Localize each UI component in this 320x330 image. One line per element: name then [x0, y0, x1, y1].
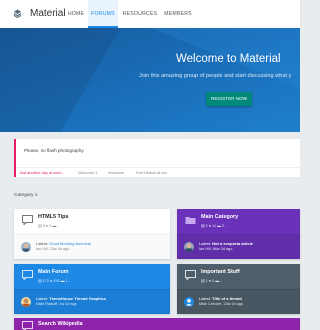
forum-card-html5-tips[interactable]: HTML5 Tips ▤ 5 ● 0 ▬ - Latest: Good Morn… — [14, 209, 170, 259]
latest-meta: Ian Hill, 23w 3d ago — [36, 247, 70, 251]
forum-stats: ▤ 1 ● 0 ▬ - — [201, 279, 222, 283]
latest-prefix: Latest: — [199, 241, 213, 246]
logo-icon[interactable] — [13, 9, 22, 18]
avatar[interactable] — [21, 297, 31, 307]
forum-title[interactable]: HTML5 Tips — [38, 214, 68, 220]
folder-icon — [185, 217, 196, 224]
brand-name[interactable]: Material — [30, 8, 66, 19]
forum-title[interactable]: Search Wikipedia — [38, 321, 83, 327]
card-latest: Latest: Good Morning America! Ian Hill, … — [14, 234, 170, 259]
card-latest: Latest: TheneHouse Thread Graphics Nikki… — [14, 289, 170, 314]
latest-title[interactable]: Title of a thread — [212, 296, 242, 301]
notice-link-2[interactable]: Welcome 3 — [78, 170, 97, 175]
latest-post[interactable]: Latest: Title of a thread — [199, 296, 242, 301]
avatar[interactable] — [184, 242, 194, 252]
nav-home[interactable]: HOME — [66, 0, 86, 28]
chat-icon — [22, 321, 33, 330]
latest-post[interactable]: Latest: TheneHouse Thread Graphics — [36, 296, 106, 301]
top-navbar: Material HOME FORUMS RESOURCES MEMBERS — [0, 0, 300, 28]
register-button[interactable]: REGISTER NOW — [206, 92, 252, 106]
latest-title[interactable]: Good Morning America! — [49, 241, 91, 246]
latest-title[interactable]: TheneHouse Thread Graphics — [49, 296, 106, 301]
chat-icon — [22, 270, 33, 280]
nav-forums[interactable]: FORUMS — [88, 0, 118, 28]
notice-link-3[interactable]: Welcome — [108, 170, 124, 175]
avatar[interactable] — [21, 242, 31, 252]
latest-meta: Nikki Radloff, 1w 2d ago — [36, 302, 77, 306]
chat-icon — [185, 270, 196, 280]
hero-subtitle: Join this amazing group of people and st… — [139, 73, 292, 79]
forum-stats: ▤ 2 ● 11 ▬ 2 - — [201, 224, 227, 228]
notice-text: Please, no flash photography. — [24, 148, 85, 153]
forum-title[interactable]: Main Forum — [38, 269, 69, 275]
notice-link-1[interactable]: Just another day at work... — [19, 170, 65, 175]
hero-banner: Welcome to Material Join this amazing gr… — [0, 28, 300, 132]
latest-post[interactable]: Latest: Not a xenporta article — [199, 241, 253, 246]
latest-title[interactable]: Not a xenporta article — [212, 241, 253, 246]
card-header: Main Category ▤ 2 ● 11 ▬ 2 - — [177, 209, 300, 234]
latest-meta: Ian Hill, 66w 3d ago — [199, 247, 233, 251]
notice-links: Just another day at work... Welcome 3 We… — [16, 167, 302, 177]
chat-icon — [22, 215, 33, 225]
card-latest: Latest: Not a xenporta article Ian Hill,… — [177, 234, 300, 259]
latest-prefix: Latest: — [36, 296, 50, 301]
hero-background — [0, 28, 300, 132]
latest-prefix: Latest: — [199, 296, 213, 301]
latest-prefix: Latest: — [36, 241, 50, 246]
card-header: Important Stuff ▤ 1 ● 0 ▬ - — [177, 264, 300, 289]
user-icon[interactable] — [184, 297, 194, 307]
forum-card-important-stuff[interactable]: Important Stuff ▤ 1 ● 0 ▬ - Latest: Titl… — [177, 264, 300, 314]
card-header: HTML5 Tips ▤ 5 ● 0 ▬ - — [14, 209, 170, 234]
forum-card-main-category[interactable]: Main Category ▤ 2 ● 11 ▬ 2 - Latest: Not… — [177, 209, 300, 259]
forum-title[interactable]: Main Category — [201, 214, 238, 220]
forum-card-main-forum[interactable]: Main Forum ▤ 172 ● 452 ▬ 1 - Latest: The… — [14, 264, 170, 314]
forum-stats: ▤ 5 ● 0 ▬ - — [38, 224, 59, 228]
hero-title: Welcome to Material — [176, 53, 281, 65]
card-header: Main Forum ▤ 172 ● 452 ▬ 1 - — [14, 264, 170, 289]
forum-card-search-wikipedia[interactable]: Search Wikipedia — [14, 318, 300, 330]
forum-stats: ▤ 172 ● 452 ▬ 1 - — [38, 279, 71, 283]
nav-members[interactable]: MEMBERS — [163, 0, 193, 28]
category-label: Category 1 — [14, 193, 38, 198]
latest-post[interactable]: Latest: Good Morning America! — [36, 241, 91, 246]
latest-meta: Mike Creuzer, 23w 2d ago — [199, 302, 244, 306]
nav-resources[interactable]: RESOURCES — [122, 0, 158, 28]
forum-title[interactable]: Important Stuff — [201, 269, 240, 275]
notice-panel: Please, no flash photography. Just anoth… — [14, 139, 302, 177]
card-latest: Latest: Title of a thread Mike Creuzer, … — [177, 289, 300, 314]
notice-link-4[interactable]: Don't Blank at me... — [136, 170, 170, 175]
